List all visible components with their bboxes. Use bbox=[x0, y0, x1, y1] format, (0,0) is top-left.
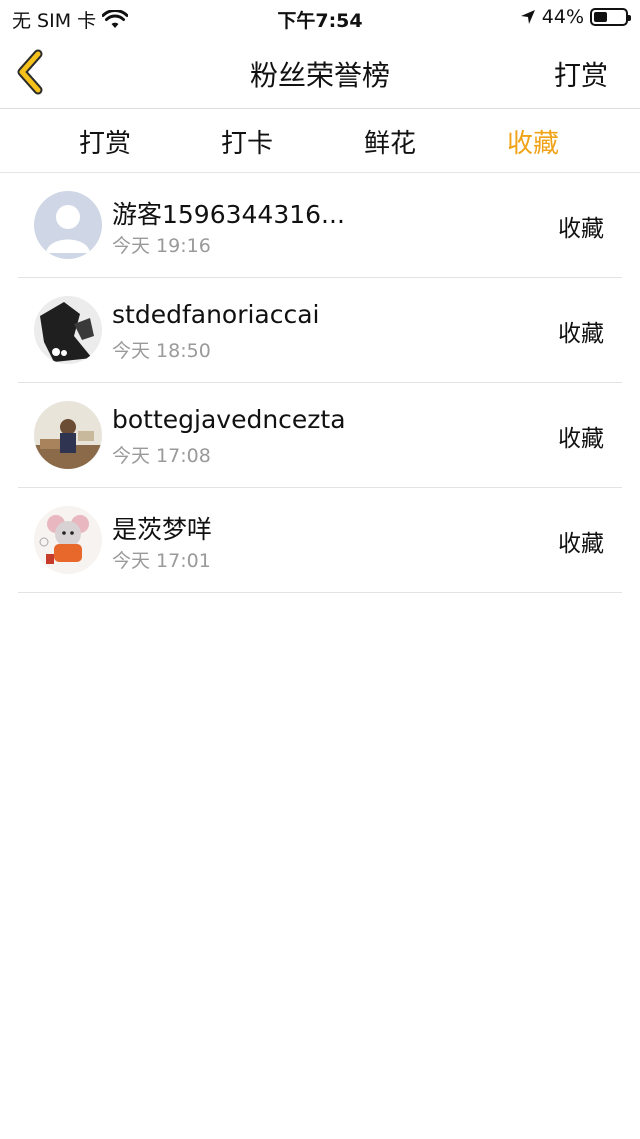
user-name: stdedfanoriaccai bbox=[112, 300, 320, 329]
tab-favorites[interactable]: 收藏 bbox=[473, 123, 593, 160]
avatar bbox=[34, 506, 102, 574]
avatar bbox=[34, 296, 102, 364]
monochrome-photo-icon bbox=[34, 296, 102, 364]
list-item[interactable]: 是茨梦咩 今天 17:01 收藏 bbox=[18, 488, 622, 593]
cartoon-mouse-icon bbox=[34, 506, 102, 574]
battery-level-fill bbox=[594, 12, 607, 22]
avatar bbox=[34, 191, 102, 259]
avatar bbox=[34, 401, 102, 469]
tab-reward[interactable]: 打赏 bbox=[45, 123, 165, 160]
page-title: 粉丝荣誉榜 bbox=[249, 59, 390, 92]
timestamp: 今天 17:01 bbox=[112, 550, 211, 572]
row-action-label: 收藏 bbox=[558, 321, 604, 347]
tab-bar: 打赏 打卡 鲜花 收藏 bbox=[0, 109, 640, 173]
list-item[interactable]: stdedfanoriaccai 今天 18:50 收藏 bbox=[18, 278, 622, 383]
user-name: 是茨梦咩 bbox=[112, 515, 213, 544]
battery-icon bbox=[590, 8, 631, 26]
timestamp: 今天 19:16 bbox=[112, 235, 211, 257]
default-person-icon bbox=[34, 191, 102, 259]
nav-bar: 粉丝荣誉榜 打赏 bbox=[0, 36, 640, 109]
status-right: 44% bbox=[520, 6, 631, 28]
reward-button[interactable]: 打赏 bbox=[554, 54, 608, 93]
fan-list: 游客1596344316... 今天 19:16 收藏 stdedfanoria… bbox=[0, 173, 640, 593]
timestamp: 今天 18:50 bbox=[112, 340, 211, 362]
list-item[interactable]: bottegjavedncezta 今天 17:08 收藏 bbox=[18, 383, 622, 488]
tab-flowers[interactable]: 鲜花 bbox=[330, 123, 450, 160]
row-action-label: 收藏 bbox=[558, 426, 604, 452]
row-action-label: 收藏 bbox=[558, 531, 604, 557]
battery-percent: 44% bbox=[541, 6, 584, 28]
status-bar: 无 SIM 卡 下午7:54 44% bbox=[0, 0, 640, 36]
row-action-label: 收藏 bbox=[558, 216, 604, 242]
room-photo-icon bbox=[34, 401, 102, 469]
list-item[interactable]: 游客1596344316... 今天 19:16 收藏 bbox=[18, 173, 622, 278]
location-arrow-icon bbox=[520, 10, 535, 24]
battery-tip bbox=[628, 15, 631, 21]
timestamp: 今天 17:08 bbox=[112, 445, 211, 467]
user-name: 游客1596344316... bbox=[112, 200, 345, 229]
user-name: bottegjavedncezta bbox=[112, 405, 346, 434]
tab-checkin[interactable]: 打卡 bbox=[187, 123, 307, 160]
